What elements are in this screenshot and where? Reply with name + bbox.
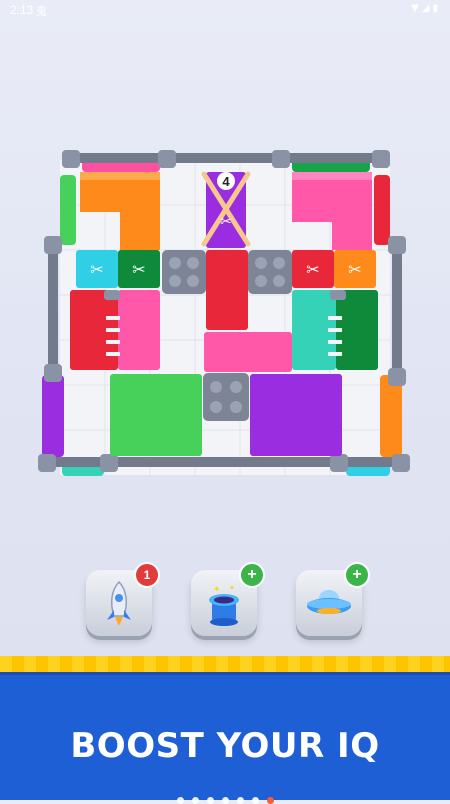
block-green-right[interactable] <box>336 290 378 370</box>
svg-text:✦: ✦ <box>213 585 221 595</box>
powerup-bar: 1 ✦ ✦ + + <box>0 560 450 650</box>
powerup-rocket-badge: 1 <box>134 562 160 588</box>
counter-text: 4 <box>222 174 230 189</box>
block-red-center[interactable] <box>206 250 248 330</box>
scissors-icon: ✂ <box>90 260 103 279</box>
board-svg: 4 ✂ ✂ ✂ ✂ ✂ <box>38 150 410 476</box>
scissors-icon: ✂ <box>220 214 232 230</box>
page-dot[interactable] <box>206 797 214 804</box>
scissors-icon: ✂ <box>306 260 319 279</box>
powerup-hat-badge: + <box>239 562 265 588</box>
block-pink-top-face <box>292 172 372 180</box>
block-pink-left[interactable] <box>118 290 160 370</box>
page-dot[interactable] <box>236 797 244 804</box>
banner-body: BOOST YOUR IQ <box>0 672 450 804</box>
powerup-hat-button[interactable]: ✦ ✦ + <box>191 562 265 636</box>
edge-strip-lime-left <box>60 175 76 245</box>
page-dot[interactable] <box>176 797 184 804</box>
edge-strip-purple-left <box>42 375 64 457</box>
peg-left <box>104 290 120 300</box>
powerup-rocket-button[interactable]: 1 <box>86 562 160 636</box>
block-purple-bottom[interactable] <box>250 374 342 456</box>
page-dot[interactable] <box>251 797 259 804</box>
scissors-icon: ✂ <box>132 260 145 279</box>
promo-banner: BOOST YOUR IQ <box>0 656 450 804</box>
powerup-ufo-badge: + <box>344 562 370 588</box>
banner-title: BOOST YOUR IQ <box>70 726 380 766</box>
scissors-icon: ✂ <box>348 260 361 279</box>
peg-right <box>330 290 346 300</box>
powerup-ufo-button[interactable]: + <box>296 562 370 636</box>
page-dot[interactable] <box>221 797 229 804</box>
svg-text:✦: ✦ <box>229 584 235 592</box>
block-orange-top-face <box>80 172 160 180</box>
game-board[interactable]: 4 ✂ ✂ ✂ ✂ ✂ <box>0 0 450 560</box>
page-dot[interactable] <box>191 797 199 804</box>
stud-block-center <box>203 373 249 421</box>
block-pink-middle[interactable] <box>204 332 292 372</box>
page-dot-active[interactable] <box>266 797 274 804</box>
banner-stripe <box>0 656 450 672</box>
block-green-bottom[interactable] <box>110 374 202 456</box>
stud-block-right <box>248 250 292 294</box>
pagination-dots <box>0 797 450 804</box>
stud-block-left <box>162 250 206 294</box>
edge-strip-red-right <box>374 175 390 245</box>
edge-strip-orange-right <box>380 375 402 457</box>
